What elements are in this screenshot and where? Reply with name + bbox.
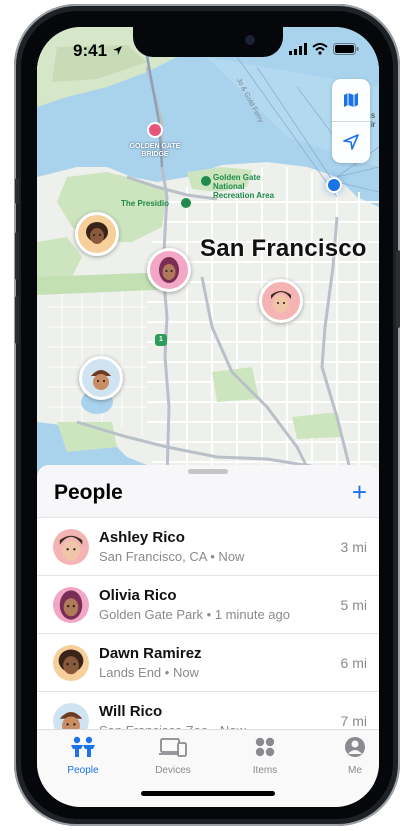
volume-down-button — [15, 296, 19, 344]
tab-me[interactable]: Me — [325, 736, 379, 776]
home-indicator[interactable] — [141, 791, 275, 796]
map-controls — [332, 79, 370, 163]
tab-people[interactable]: People — [53, 736, 113, 776]
tab-label: People — [67, 765, 99, 776]
add-person-button[interactable]: + — [352, 479, 367, 505]
phone-screen: GOLDEN GATE BRIDGE Jo & Gold Ferry The P… — [37, 27, 379, 807]
ggnra-label: Golden Gate National Recreation Area — [213, 173, 275, 200]
edge-label: s ir — [371, 111, 376, 129]
status-time: 9:41 — [73, 41, 123, 61]
avatar — [53, 529, 89, 565]
park-icon — [201, 176, 211, 186]
map-mode-button[interactable] — [332, 79, 370, 121]
golden-gate-bridge-poi-icon[interactable] — [147, 122, 163, 138]
person-location: Golden Gate Park • 1 minute ago — [99, 607, 290, 622]
golden-gate-bridge-label: GOLDEN GATE BRIDGE — [129, 143, 181, 158]
person-distance: 3 mi — [340, 539, 367, 555]
person-name: Will Rico — [99, 703, 163, 720]
people-icon — [71, 736, 95, 757]
avatar — [53, 645, 89, 681]
memoji-avatar — [58, 649, 84, 675]
people-sheet[interactable]: People + Ashley Rico San Francisco, CA •… — [37, 465, 379, 765]
wifi-icon — [312, 43, 328, 55]
sheet-grabber[interactable] — [188, 469, 228, 474]
mute-switch — [15, 178, 19, 204]
memoji-avatar — [159, 257, 179, 283]
person-name: Olivia Rico — [99, 587, 177, 604]
list-item[interactable]: Olivia Rico Golden Gate Park • 1 minute … — [37, 575, 379, 633]
map-icon — [344, 93, 358, 107]
list-item[interactable]: Dawn Ramirez Lands End • Now 6 mi — [37, 633, 379, 691]
person-location: Lands End • Now — [99, 665, 199, 680]
memoji-avatar — [86, 222, 108, 244]
side-button — [396, 250, 400, 328]
current-location-dot[interactable] — [326, 177, 342, 193]
memoji-avatar — [59, 590, 83, 620]
city-label: San Francisco — [200, 235, 367, 262]
items-icon — [255, 737, 275, 757]
person-distance: 6 mi — [340, 655, 367, 671]
status-icons — [289, 43, 359, 55]
sheet-title: People — [54, 481, 123, 504]
location-services-icon — [112, 46, 122, 55]
status-time-text: 9:41 — [73, 41, 108, 60]
map-pin-olivia-rico[interactable] — [147, 248, 191, 292]
me-icon — [345, 737, 365, 757]
memoji-avatar — [59, 535, 83, 561]
tab-items[interactable]: Items — [235, 736, 295, 776]
person-name: Ashley Rico — [99, 529, 185, 546]
plus-icon: + — [351, 477, 367, 507]
cellular-signal-icon — [289, 43, 307, 55]
tab-devices[interactable]: Devices — [143, 736, 203, 776]
people-list: Ashley Rico San Francisco, CA • Now 3 mi… — [37, 517, 379, 749]
battery-icon — [333, 43, 359, 55]
camera — [245, 35, 255, 45]
location-button[interactable] — [332, 121, 370, 163]
person-distance: 7 mi — [340, 713, 367, 729]
location-arrow-icon — [343, 134, 359, 150]
person-name: Dawn Ramirez — [99, 645, 202, 662]
list-item[interactable]: Ashley Rico San Francisco, CA • Now 3 mi — [37, 517, 379, 575]
park-icon — [181, 198, 191, 208]
tab-label: Me — [348, 765, 362, 776]
map-pin-ashley-rico[interactable] — [259, 279, 303, 323]
tab-bar: People Devices Items Me — [37, 729, 379, 807]
map-pin-dawn-ramirez[interactable] — [75, 212, 119, 256]
person-distance: 5 mi — [340, 597, 367, 613]
highway-1-shield: 1 — [155, 334, 167, 346]
volume-up-button — [15, 232, 19, 280]
avatar — [53, 587, 89, 623]
memoji-avatar — [271, 291, 291, 313]
map-view[interactable]: GOLDEN GATE BRIDGE Jo & Gold Ferry The P… — [37, 27, 379, 478]
tab-label: Devices — [155, 765, 191, 776]
notch — [133, 27, 283, 57]
memoji-avatar — [91, 370, 111, 390]
map-pin-will-rico[interactable] — [79, 356, 123, 400]
tab-label: Items — [252, 765, 278, 776]
person-location: San Francisco, CA • Now — [99, 549, 245, 564]
devices-icon — [159, 738, 187, 757]
